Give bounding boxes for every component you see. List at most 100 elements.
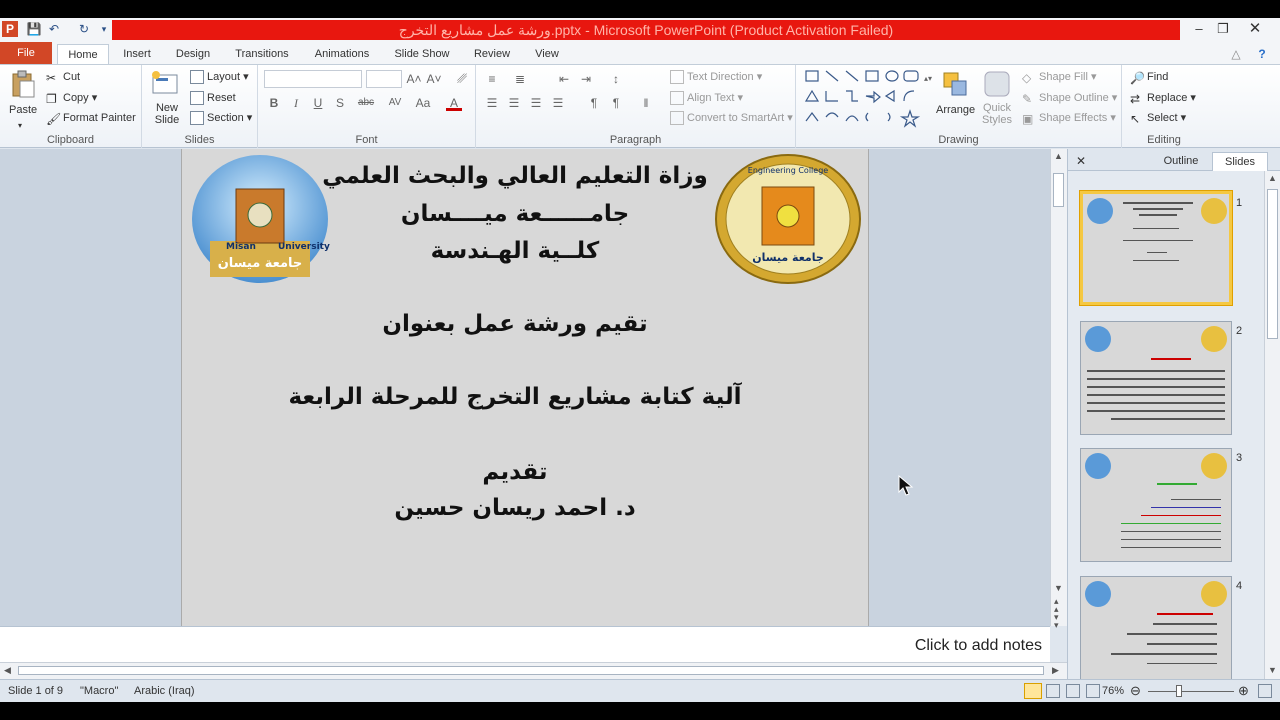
slide-sorter-icon[interactable] xyxy=(1046,684,1060,698)
slide-thumbnail[interactable] xyxy=(1080,321,1232,435)
powerpoint-icon[interactable]: P xyxy=(2,21,18,37)
zoom-slider-thumb[interactable] xyxy=(1176,685,1182,697)
slide-editor[interactable]: Misan University جامعة ميسان جامعة ميسان… xyxy=(0,149,1067,626)
panel-scroll-thumb[interactable] xyxy=(1267,189,1278,339)
notes-placeholder[interactable]: Click to add notes xyxy=(915,637,1042,655)
current-slide[interactable]: Misan University جامعة ميسان جامعة ميسان… xyxy=(182,149,868,626)
strikethrough-button[interactable]: abc xyxy=(354,95,378,111)
columns-icon[interactable]: ‖ xyxy=(638,95,654,111)
redo-icon[interactable]: ↻ xyxy=(76,21,92,37)
tab-transitions[interactable]: Transitions xyxy=(226,44,298,64)
zoom-in-icon[interactable]: ⊕ xyxy=(1238,683,1249,699)
previous-slide-icon[interactable]: ▴ ▴ xyxy=(1054,597,1059,614)
theme-name[interactable]: "Macro" xyxy=(80,685,118,697)
cut-button[interactable]: ✂ Cut xyxy=(46,69,80,85)
tab-file[interactable]: File xyxy=(0,42,52,64)
slide-thumbnail[interactable] xyxy=(1080,191,1232,305)
shape-fill-button[interactable]: ◇ Shape Fill ▾ xyxy=(1022,69,1097,85)
tab-slide-show[interactable]: Slide Show xyxy=(386,44,458,64)
change-case-button[interactable]: Aa xyxy=(412,95,434,111)
customize-qat-icon[interactable]: ▾ xyxy=(96,21,112,37)
find-button[interactable]: 🔎 Find xyxy=(1130,69,1168,85)
italic-button[interactable]: I xyxy=(288,95,304,111)
slide-topic-line[interactable]: آلية كتابة مشاريع التخرج للمرحلة الرابعة xyxy=(182,384,868,410)
font-name-combo[interactable] xyxy=(264,70,362,88)
align-left-icon[interactable]: ☰ xyxy=(484,95,500,111)
slide-presented-by[interactable]: تقديم xyxy=(182,459,868,485)
new-slide-button[interactable]: New Slide xyxy=(154,102,180,126)
paste-dropdown-icon[interactable]: ▾ xyxy=(18,118,22,134)
undo-icon[interactable]: ↶ xyxy=(46,21,62,37)
zoom-slider[interactable] xyxy=(1148,691,1234,692)
layout-button[interactable]: Layout ▾ xyxy=(190,69,249,85)
bold-button[interactable]: B xyxy=(266,95,282,111)
tab-view[interactable]: View xyxy=(526,44,568,64)
panel-scroll-up-icon[interactable]: ▲ xyxy=(1268,173,1277,183)
tab-home[interactable]: Home xyxy=(57,44,109,64)
shrink-font-icon[interactable]: A˅ xyxy=(426,71,442,87)
zoom-out-icon[interactable]: ⊖ xyxy=(1130,683,1141,699)
save-icon[interactable]: 💾 xyxy=(26,21,42,37)
help-icon[interactable]: ? xyxy=(1254,46,1270,62)
section-button[interactable]: Section ▾ xyxy=(190,110,252,126)
gallery-scroll-icon[interactable]: ▴▾ xyxy=(920,71,936,87)
notes-pane[interactable]: Click to add notes xyxy=(0,626,1050,662)
copy-button[interactable]: ❐ Copy ▾ xyxy=(46,90,97,106)
fit-to-window-icon[interactable] xyxy=(1258,684,1272,698)
character-spacing-button[interactable]: AV xyxy=(384,95,406,111)
increase-indent-icon[interactable]: ⇥ xyxy=(578,71,594,87)
slide-ministry-line[interactable]: وزاة التعليم العالي والبحث العلمي xyxy=(182,163,868,189)
reset-button[interactable]: Reset xyxy=(190,90,236,106)
numbering-icon[interactable]: ≣ xyxy=(512,71,528,87)
close-button[interactable]: ✕ xyxy=(1240,18,1270,40)
slide-show-icon[interactable] xyxy=(1086,684,1100,698)
next-slide-icon[interactable]: ▾ ▾ xyxy=(1054,613,1059,630)
slide-thumbnail[interactable] xyxy=(1080,576,1232,690)
underline-button[interactable]: U xyxy=(310,95,326,111)
tab-outline[interactable]: Outline xyxy=(1154,152,1208,171)
shape-outline-button[interactable]: ✎ Shape Outline ▾ xyxy=(1022,90,1117,106)
horizontal-scrollbar[interactable]: ◀ ▶ xyxy=(0,662,1067,679)
close-panel-icon[interactable]: ✕ xyxy=(1074,152,1088,171)
reading-view-icon[interactable] xyxy=(1066,684,1080,698)
quick-styles-button[interactable]: Quick Styles xyxy=(982,102,1012,126)
tab-animations[interactable]: Animations xyxy=(306,44,378,64)
language-indicator[interactable]: Arabic (Iraq) xyxy=(134,685,195,697)
shadow-button[interactable]: S xyxy=(332,95,348,111)
ltr-icon[interactable]: ¶ xyxy=(586,95,602,111)
line-spacing-icon[interactable]: ↕ xyxy=(608,71,624,87)
font-size-combo[interactable] xyxy=(366,70,402,88)
format-painter-button[interactable]: 🖌 Format Painter xyxy=(46,110,136,126)
slide-thumbnail[interactable] xyxy=(1080,448,1232,562)
shape-effects-button[interactable]: ▣ Shape Effects ▾ xyxy=(1022,110,1116,126)
panel-scroll-down-icon[interactable]: ▼ xyxy=(1268,665,1277,675)
clear-formatting-icon[interactable]: ␥ xyxy=(454,71,470,87)
scroll-right-icon[interactable]: ▶ xyxy=(1052,665,1059,676)
text-direction-button[interactable]: Text Direction ▾ xyxy=(670,69,762,85)
scroll-up-icon[interactable]: ▲ xyxy=(1054,151,1063,161)
replace-button[interactable]: ⇄ Replace ▾ xyxy=(1130,90,1196,106)
paste-button[interactable]: Paste xyxy=(9,102,37,118)
slide-university-line[interactable]: جامــــــعة ميــــسان xyxy=(182,201,868,227)
scroll-thumb[interactable] xyxy=(1053,173,1064,207)
align-text-button[interactable]: Align Text ▾ xyxy=(670,90,743,106)
bullets-icon[interactable]: ≡ xyxy=(484,71,500,87)
align-right-icon[interactable]: ☰ xyxy=(528,95,544,111)
convert-smartart-button[interactable]: Convert to SmartArt ▾ xyxy=(670,110,793,126)
slide-presenter-name[interactable]: د. احمد ريسان حسين xyxy=(182,495,868,521)
slide-workshop-line[interactable]: تقيم ورشة عمل بعنوان xyxy=(182,311,868,337)
justify-icon[interactable]: ☰ xyxy=(550,95,566,111)
font-color-button[interactable]: A xyxy=(446,95,462,111)
rtl-icon[interactable]: ¶ xyxy=(608,95,624,111)
arrange-button[interactable]: Arrange xyxy=(936,102,975,118)
slide-vertical-scrollbar[interactable]: ▲ ▼ ▴ ▴ ▾ ▾ xyxy=(1050,149,1067,630)
normal-view-icon[interactable] xyxy=(1024,683,1042,699)
hscroll-thumb[interactable] xyxy=(18,666,1044,675)
tab-insert[interactable]: Insert xyxy=(114,44,160,64)
panel-scrollbar[interactable]: ▲ ▼ xyxy=(1264,171,1280,679)
zoom-level[interactable]: 76% xyxy=(1102,685,1124,697)
tab-slides[interactable]: Slides xyxy=(1212,152,1268,171)
tab-design[interactable]: Design xyxy=(168,44,218,64)
slide-college-line[interactable]: كلــية الهـندسة xyxy=(182,238,868,264)
tab-review[interactable]: Review xyxy=(466,44,518,64)
